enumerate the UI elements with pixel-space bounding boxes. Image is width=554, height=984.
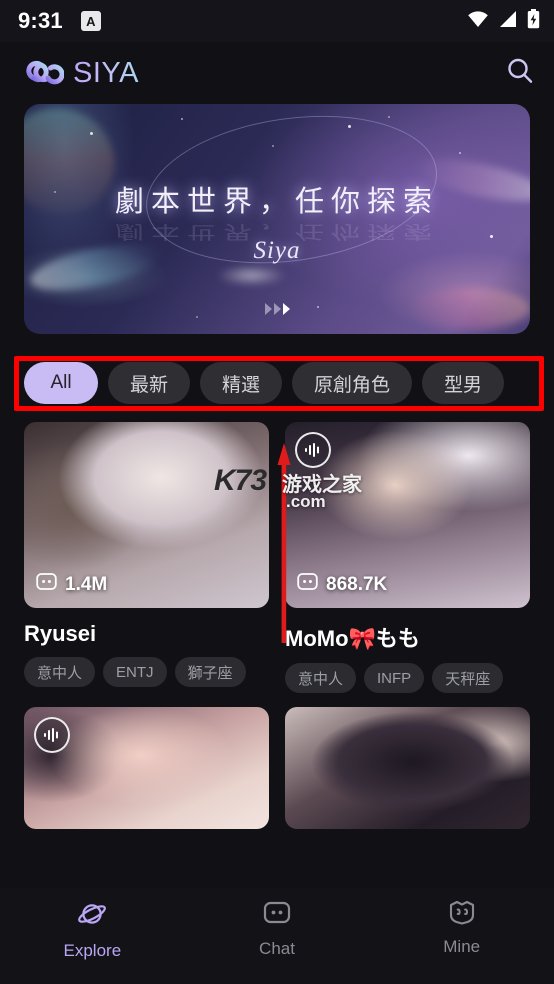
app-brand: SIYA	[20, 56, 139, 91]
cellular-signal-icon	[498, 10, 518, 33]
banner-light-streak	[216, 265, 288, 286]
character-thumbnail[interactable]: 1.4M	[24, 422, 269, 608]
filter-chips[interactable]: All 最新 精選 原創角色 型男	[0, 352, 554, 414]
banner-title: 劇本世界，任你探索	[114, 186, 439, 218]
character-tag[interactable]: INFP	[364, 663, 425, 693]
filter-chips-region: All 最新 精選 原創角色 型男	[0, 352, 554, 414]
filter-chip-newest[interactable]: 最新	[108, 362, 191, 404]
nav-label-chat: Chat	[259, 939, 295, 958]
nav-label-mine: Mine	[443, 937, 481, 956]
filter-chip-featured[interactable]: 精選	[200, 362, 283, 404]
filter-chip-all[interactable]: All	[24, 362, 98, 404]
character-tag[interactable]: 獅子座	[174, 657, 246, 687]
banner-page-indicator[interactable]	[24, 303, 530, 315]
character-tag[interactable]: 天秤座	[432, 663, 504, 693]
wifi-icon	[467, 10, 489, 33]
character-tags: 意中人 ENTJ 獅子座	[24, 657, 269, 687]
search-icon[interactable]	[504, 55, 536, 92]
nav-label-explore: Explore	[63, 941, 122, 960]
siya-infinity-logo-icon	[20, 56, 65, 91]
character-tag[interactable]: 意中人	[285, 663, 357, 693]
character-card[interactable]: 868.7K MoMo🎀もも 意中人 INFP 天秤座	[285, 422, 530, 693]
chat-bubble-icon	[36, 571, 57, 598]
banner-page-dot[interactable]	[264, 303, 272, 315]
character-tag[interactable]: ENTJ	[103, 657, 167, 687]
character-card[interactable]	[285, 707, 530, 829]
planet-icon	[76, 898, 108, 935]
character-image	[285, 707, 530, 829]
character-name: Ryusei	[24, 621, 97, 646]
voice-waveform-icon[interactable]	[34, 717, 70, 753]
nav-item-mine[interactable]: Mine	[369, 898, 554, 955]
banner-carousel[interactable]: 劇本世界，任你探索 劇本世界，任你探索 Siya	[0, 104, 554, 334]
status-bar-clock: 9:31	[18, 8, 63, 33]
chat-count-badge: 868.7K	[297, 571, 387, 598]
banner-slide[interactable]: 劇本世界，任你探索 劇本世界，任你探索 Siya	[24, 104, 530, 334]
app-bar: SIYA	[0, 42, 554, 104]
chat-count-value: 868.7K	[326, 573, 388, 595]
nav-item-explore[interactable]: Explore	[0, 898, 185, 959]
character-tag[interactable]: 意中人	[24, 657, 96, 687]
character-thumbnail[interactable]: 868.7K	[285, 422, 530, 608]
bottom-navigation: Explore Chat Mine	[0, 888, 554, 984]
character-card[interactable]	[24, 707, 269, 829]
banner-subtitle: Siya	[253, 237, 301, 264]
banner-page-dot[interactable]	[273, 303, 281, 315]
voice-waveform-icon[interactable]	[295, 432, 331, 468]
chat-bubble-icon	[262, 898, 292, 933]
chat-count-badge: 1.4M	[36, 571, 107, 598]
status-bar-icons	[467, 8, 540, 34]
filter-chip-original-character[interactable]: 原創角色	[292, 362, 413, 404]
mask-face-icon	[446, 898, 478, 931]
chat-count-value: 1.4M	[65, 573, 108, 595]
character-card[interactable]: 1.4M Ryusei 意中人 ENTJ 獅子座	[24, 422, 269, 693]
status-bar: 9:31 A	[0, 0, 554, 42]
character-tags: 意中人 INFP 天秤座	[285, 663, 530, 693]
battery-charging-icon	[527, 8, 540, 34]
chat-bubble-icon	[297, 571, 318, 598]
nav-item-chat[interactable]: Chat	[185, 898, 370, 957]
character-thumbnail[interactable]	[285, 707, 530, 829]
character-grid: 1.4M Ryusei 意中人 ENTJ 獅子座 868.7K MoMo🎀もも …	[0, 414, 554, 829]
filter-chip-handsome-guy[interactable]: 型男	[422, 362, 505, 404]
banner-page-dot-active[interactable]	[282, 303, 290, 315]
character-name: MoMo🎀もも	[285, 626, 420, 651]
character-thumbnail[interactable]	[24, 707, 269, 829]
notification-app-icon: A	[80, 11, 101, 31]
app-title: SIYA	[73, 56, 139, 89]
